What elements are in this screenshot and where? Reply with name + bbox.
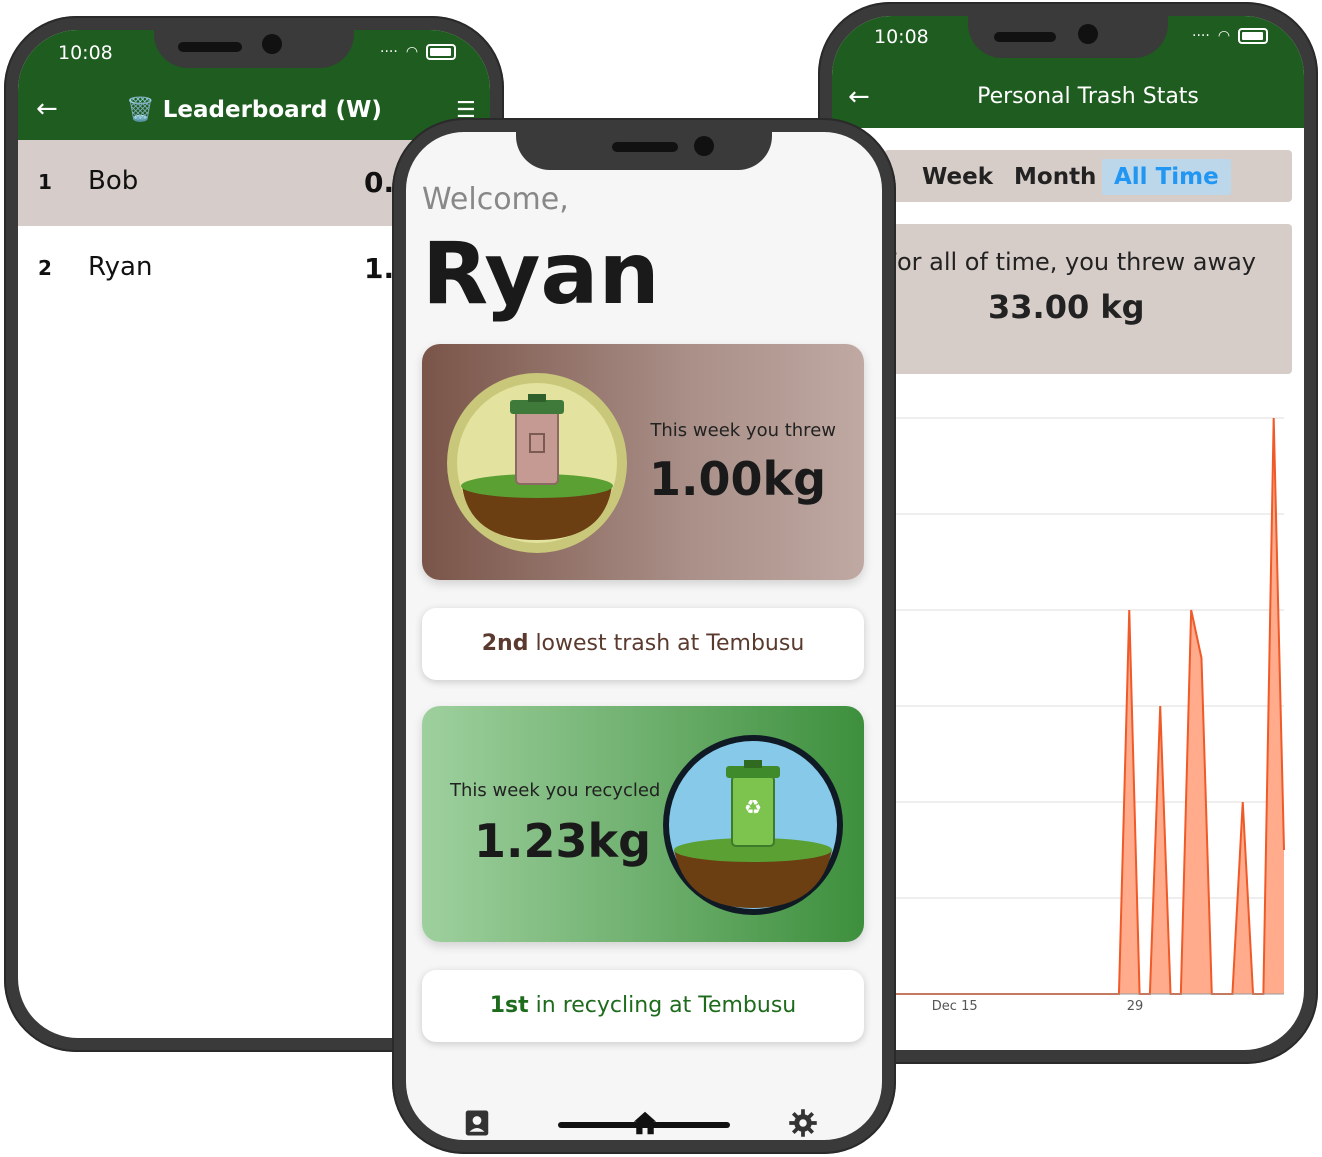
total-value: 33.00 kg	[988, 288, 1145, 326]
bottom-nav	[406, 1094, 882, 1140]
recycle-value: 1.23kg	[474, 814, 652, 868]
home-screen: Welcome, Ryan This week you threw 1.00kg…	[406, 132, 882, 1140]
stats-title: Personal Trash Stats	[977, 84, 1199, 109]
back-button[interactable]: ←	[848, 82, 870, 112]
row-name: Ryan	[88, 252, 153, 282]
settings-icon[interactable]	[788, 1108, 818, 1138]
phone-notch	[154, 30, 354, 68]
trash-card[interactable]: This week you threw 1.00kg	[422, 344, 864, 580]
stats-screen: 10:08 ···· ◠ ← Personal Trash Stats Week…	[832, 16, 1304, 1050]
phone-notch	[968, 16, 1168, 58]
tab-week[interactable]: Week	[922, 159, 993, 195]
wifi-icon: ◠	[1217, 28, 1231, 44]
row-rank: 2	[38, 256, 52, 280]
tab-all-time[interactable]: All Time	[1102, 159, 1231, 195]
period-segmented-control: Week Month All Time	[884, 150, 1292, 202]
trash-rank-strong: 2nd	[481, 631, 529, 656]
user-name: Ryan	[422, 224, 660, 324]
trash-value: 1.00kg	[648, 452, 826, 506]
total-card: For all of time, you threw away 33.00 kg	[884, 224, 1292, 374]
row-score: 1.	[364, 252, 395, 285]
battery-icon	[426, 44, 457, 60]
total-label: For all of time, you threw away	[884, 248, 1256, 276]
signal-icon: ····	[1192, 28, 1210, 44]
signal-icon: ····	[380, 44, 398, 60]
welcome-text: Welcome,	[422, 182, 569, 217]
home-phone: Welcome, Ryan This week you threw 1.00kg…	[392, 118, 896, 1154]
recycling-bin-icon: ♻	[663, 735, 843, 915]
recycle-label: This week you recycled	[450, 780, 661, 801]
status-icons: ···· ◠	[1192, 28, 1269, 44]
home-indicator	[558, 1122, 730, 1128]
trash-rank-banner[interactable]: 2nd lowest trash at Tembusu	[422, 608, 864, 680]
recycle-rank-strong: 1st	[489, 993, 529, 1018]
x-tick-label: Dec 15	[932, 999, 978, 1014]
status-time: 10:08	[874, 26, 929, 48]
recycle-rank-banner[interactable]: 1st in recycling at Tembusu	[422, 970, 864, 1042]
leaderboard-title: 🗑️ Leaderboard (W)	[126, 97, 382, 123]
trash-area-chart: Dec 15 29	[892, 417, 1285, 1014]
status-icons: ···· ◠	[380, 44, 457, 60]
trash-label: This week you threw	[650, 420, 836, 441]
row-rank: 1	[38, 170, 52, 194]
tab-month[interactable]: Month	[1014, 159, 1096, 195]
svg-text:♻: ♻	[744, 795, 762, 819]
trash-rank-text: lowest trash at Tembusu	[528, 631, 805, 656]
battery-icon	[1238, 28, 1269, 44]
recycle-rank-text: in recycling at Tembusu	[528, 993, 797, 1018]
row-name: Bob	[88, 166, 139, 196]
x-tick-label: 29	[1127, 999, 1144, 1014]
status-time: 10:08	[58, 42, 113, 64]
phone-notch	[516, 132, 772, 170]
trash-can-icon: 🗑️	[126, 97, 155, 123]
trash-bin-icon	[447, 373, 627, 553]
wifi-icon: ◠	[405, 44, 419, 60]
recycle-card[interactable]: This week you recycled 1.23kg ♻	[422, 706, 864, 942]
profile-icon[interactable]	[462, 1108, 492, 1138]
row-score: 0.	[364, 166, 395, 199]
